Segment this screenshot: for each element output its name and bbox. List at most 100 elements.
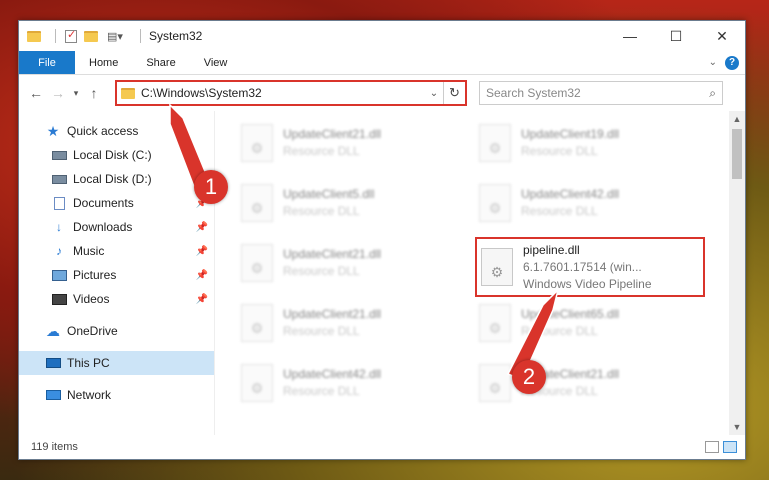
navigation-pane: ★ Quick access Local Disk (C:) Local Dis…	[19, 111, 215, 435]
dll-file-icon: ⚙	[241, 184, 273, 222]
navigation-bar: ← → ▾ ↑ C:\Windows\System32 ⌄ ↻ Search S…	[19, 75, 745, 111]
folder-icon	[121, 87, 135, 99]
file-name: pipeline.dll	[523, 242, 580, 257]
file-type: Resource DLL	[283, 384, 360, 398]
dll-file-icon: ⚙	[241, 364, 273, 402]
pin-icon: 📌	[195, 245, 208, 257]
sidebar-item-this-pc[interactable]: This PC	[19, 351, 214, 375]
sidebar-item-local-disk-c[interactable]: Local Disk (C:)	[19, 143, 214, 167]
file-name: UpdateClient42.dll	[521, 187, 620, 201]
details-view-icon[interactable]	[705, 441, 719, 453]
pin-icon: 📌	[195, 293, 208, 305]
maximize-button[interactable]: ☐	[653, 21, 699, 51]
scrollbar-thumb[interactable]	[732, 129, 742, 179]
window-title: System32	[149, 29, 203, 43]
tiles-view-icon[interactable]	[723, 441, 737, 453]
expand-ribbon-icon[interactable]: ⌄	[709, 57, 717, 68]
back-button[interactable]: ←	[25, 85, 47, 101]
file-name: UpdateClient19.dll	[521, 127, 620, 141]
tab-share[interactable]: Share	[132, 51, 189, 74]
tab-home[interactable]: Home	[75, 51, 132, 74]
file-item[interactable]: ⚙ UpdateClient21.dll Resource DLL	[241, 297, 469, 349]
file-name: UpdateClient42.dll	[283, 367, 382, 381]
file-type: Resource DLL	[283, 324, 360, 338]
properties-icon[interactable]	[64, 28, 78, 43]
folder-icon[interactable]	[27, 29, 41, 43]
sidebar-item-label: Network	[67, 388, 112, 402]
sidebar-item-documents[interactable]: Documents 📌	[19, 191, 214, 215]
file-name: UpdateClient5.dll	[283, 187, 375, 201]
sidebar-item-local-disk-d[interactable]: Local Disk (D:)	[19, 167, 214, 191]
customize-toolbar-icon[interactable]: ▤▾	[104, 29, 126, 43]
file-name: UpdateClient65.dll	[521, 307, 620, 321]
close-button[interactable]: ✕	[699, 21, 745, 51]
file-type: Resource DLL	[283, 264, 360, 278]
search-placeholder: Search System32	[486, 86, 581, 100]
videos-icon	[51, 292, 67, 306]
network-icon	[45, 388, 61, 402]
file-type: Resource DLL	[521, 144, 598, 158]
file-description: Windows Video Pipeline	[523, 276, 652, 291]
sidebar-item-music[interactable]: ♪ Music 📌	[19, 239, 214, 263]
tab-file[interactable]: File	[19, 51, 75, 74]
sidebar-item-label: Downloads	[73, 220, 133, 234]
refresh-icon[interactable]: ↻	[443, 82, 465, 104]
file-item[interactable]: ⚙ UpdateClient19.dll Resource DLL	[479, 117, 707, 169]
search-input[interactable]: Search System32 ⌕	[479, 81, 723, 105]
downloads-icon: ↓	[56, 220, 62, 234]
up-button[interactable]: ↑	[83, 85, 105, 101]
file-item[interactable]: ⚙ UpdateClient21.dll Resource DLL	[241, 237, 469, 289]
title-bar: ▤▾ System32 — ☐ ✕	[19, 21, 745, 51]
documents-icon	[51, 196, 67, 210]
step-marker-2: 2	[512, 360, 546, 394]
star-icon: ★	[46, 122, 60, 139]
scroll-up-icon[interactable]: ▲	[729, 111, 745, 127]
sidebar-item-label: Local Disk (D:)	[73, 172, 152, 186]
sidebar-item-network[interactable]: Network	[19, 383, 214, 407]
sidebar-item-label: Quick access	[67, 124, 139, 138]
file-name: UpdateClient21.dll	[283, 127, 382, 141]
address-dropdown-icon[interactable]: ⌄	[425, 88, 443, 99]
file-item[interactable]: ⚙ UpdateClient42.dll Resource DLL	[479, 177, 707, 229]
file-name: UpdateClient21.dll	[283, 247, 382, 261]
file-item[interactable]: ⚙ UpdateClient21.dll Resource DLL	[241, 117, 469, 169]
drive-icon	[51, 148, 67, 162]
minimize-button[interactable]: —	[607, 21, 653, 51]
sidebar-item-videos[interactable]: Videos 📌	[19, 287, 214, 311]
file-version: 6.1.7601.17514 (win...	[523, 259, 642, 274]
recent-locations-button[interactable]: ▾	[69, 88, 83, 99]
scroll-down-icon[interactable]: ▼	[729, 419, 745, 435]
file-list: ⚙ UpdateClient21.dll Resource DLL ⚙ Updat…	[215, 111, 745, 435]
status-bar: 119 items	[19, 435, 745, 459]
file-item[interactable]: ⚙ UpdateClient65.dll Resource DLL	[479, 297, 707, 349]
forward-button[interactable]: →	[47, 85, 69, 101]
address-path[interactable]: C:\Windows\System32	[141, 86, 425, 100]
new-folder-icon[interactable]	[84, 29, 98, 43]
dll-file-icon: ⚙	[241, 124, 273, 162]
sidebar-item-label: Pictures	[73, 268, 117, 282]
vertical-scrollbar[interactable]: ▲ ▼	[729, 111, 745, 435]
sidebar-item-label: Music	[73, 244, 105, 258]
sidebar-item-label: This PC	[67, 356, 110, 370]
sidebar-item-pictures[interactable]: Pictures 📌	[19, 263, 214, 287]
drive-icon	[51, 172, 67, 186]
file-type: Resource DLL	[521, 324, 598, 338]
file-type: Resource DLL	[283, 204, 360, 218]
search-icon[interactable]: ⌕	[709, 86, 716, 101]
dll-file-icon: ⚙	[479, 124, 511, 162]
sidebar-item-downloads[interactable]: ↓ Downloads 📌	[19, 215, 214, 239]
file-item[interactable]: ⚙ UpdateClient42.dll Resource DLL	[241, 357, 469, 409]
sidebar-item-quick-access[interactable]: ★ Quick access	[19, 119, 214, 143]
ribbon-tabs: File Home Share View ⌄ ?	[19, 51, 745, 75]
pictures-icon	[51, 268, 67, 282]
file-item[interactable]: ⚙ UpdateClient5.dll Resource DLL	[241, 177, 469, 229]
help-icon[interactable]: ?	[725, 55, 739, 70]
file-name: UpdateClient21.dll	[283, 307, 382, 321]
sidebar-item-onedrive[interactable]: ☁ OneDrive	[19, 319, 214, 343]
tab-view[interactable]: View	[190, 51, 242, 74]
dll-file-icon: ⚙	[241, 244, 273, 282]
cloud-icon: ☁	[46, 322, 60, 339]
computer-icon	[45, 356, 61, 370]
file-item-pipeline-dll[interactable]: ⚙ pipeline.dll 6.1.7601.17514 (win... Wi…	[475, 237, 705, 297]
address-bar[interactable]: C:\Windows\System32 ⌄ ↻	[115, 80, 467, 106]
